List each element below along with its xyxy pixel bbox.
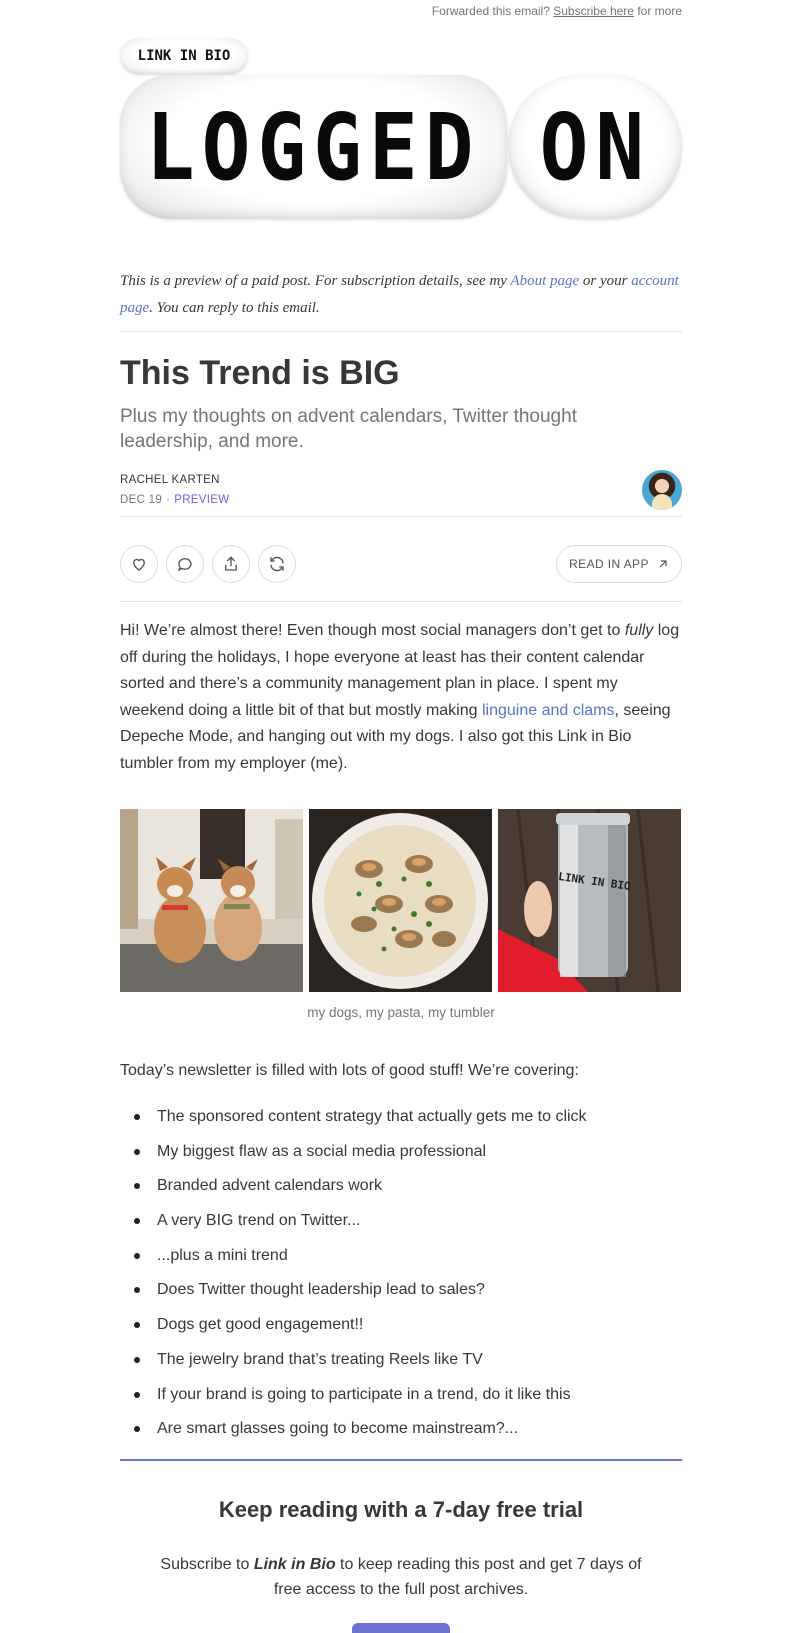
masthead-word-logged: LOGGED: [146, 93, 481, 201]
arrow-up-right-icon: [659, 560, 667, 568]
pasta-photo[interactable]: [309, 809, 492, 992]
linguine-link[interactable]: linguine and clams: [482, 702, 615, 719]
read-in-app-label: READ IN APP: [569, 557, 649, 571]
photo-gallery: LINK IN BIO: [120, 809, 682, 992]
note-text-2: or your: [582, 273, 628, 289]
meta-separator: ·: [166, 494, 171, 506]
dogs-photo[interactable]: [120, 809, 303, 992]
forward-prefix: Forwarded this email?: [431, 4, 550, 18]
post-meta: DEC 19 · PREVIEW: [120, 494, 229, 506]
list-item: Branded advent calendars work: [120, 1175, 587, 1210]
publication-badge[interactable]: LINK IN BIO: [120, 38, 248, 74]
list-item: Are smart glasses going to become mainst…: [120, 1418, 587, 1453]
forward-note: Forwarded this email? Subscribe here for…: [432, 4, 682, 18]
photo-caption: my dogs, my pasta, my tumbler: [307, 1005, 495, 1020]
author-avatar[interactable]: [642, 470, 682, 510]
list-item: My biggest flaw as a social media profes…: [120, 1141, 587, 1176]
author-name[interactable]: RACHEL KARTEN: [120, 474, 220, 486]
restack-icon: [270, 556, 284, 572]
list-item: A very BIG trend on Twitter...: [120, 1210, 587, 1245]
divider: [120, 601, 682, 602]
intro-text-1: Hi! We’re almost there! Even though most…: [120, 622, 625, 639]
subscribe-link[interactable]: Subscribe here: [553, 4, 634, 18]
about-page-link[interactable]: About page: [510, 273, 579, 289]
trial-text-1: Subscribe to: [160, 1556, 254, 1573]
list-item: ...plus a mini trend: [120, 1245, 587, 1280]
trial-description: Subscribe to Link in Bio to keep reading…: [150, 1552, 652, 1602]
trial-heading: Keep reading with a 7-day free trial: [218, 1497, 584, 1522]
divider: [120, 331, 682, 332]
list-item: The sponsored content strategy that actu…: [120, 1106, 587, 1141]
read-in-app-button[interactable]: READ IN APP: [556, 545, 682, 583]
tumbler-image: LINK IN BIO: [498, 809, 681, 992]
intro-paragraph: Hi! We’re almost there! Even though most…: [120, 618, 682, 777]
like-button[interactable]: [120, 545, 158, 583]
post-date: DEC 19: [120, 494, 163, 506]
tumbler-photo[interactable]: LINK IN BIO: [498, 809, 681, 992]
restack-button[interactable]: [258, 545, 296, 583]
post-title[interactable]: This Trend is BIG: [120, 354, 400, 393]
topics-list: The sponsored content strategy that actu…: [120, 1106, 587, 1453]
start-trial-button[interactable]: [352, 1623, 450, 1633]
list-item: The jewelry brand that’s treating Reels …: [120, 1349, 587, 1384]
divider: [120, 516, 682, 517]
forward-suffix: for more: [637, 4, 682, 18]
masthead-word-on: ON: [539, 93, 651, 201]
comment-icon: [177, 558, 192, 572]
paywall-divider: [120, 1459, 682, 1461]
publication-name: Link in Bio: [253, 1556, 336, 1573]
post-actions: READ IN APP: [120, 545, 682, 585]
share-icon: [225, 556, 237, 571]
post-subtitle: Plus my thoughts on advent calendars, Tw…: [120, 406, 577, 452]
preview-tag: PREVIEW: [174, 494, 230, 506]
masthead-logo-left: LOGGED: [120, 75, 507, 219]
paid-preview-note: This is a preview of a paid post. For su…: [120, 268, 682, 322]
dogs-image: [120, 809, 303, 992]
list-item: Does Twitter thought leadership lead to …: [120, 1279, 587, 1314]
heart-icon: [133, 558, 145, 571]
share-button[interactable]: [212, 545, 250, 583]
note-text-3: . You can reply to this email.: [149, 300, 320, 316]
intro-emphasis: fully: [624, 622, 654, 639]
pasta-image: [309, 809, 492, 992]
list-item: Dogs get good engagement!!: [120, 1314, 587, 1349]
covering-intro: Today’s newsletter is filled with lots o…: [120, 1062, 579, 1079]
masthead-logo-right: ON: [508, 75, 682, 219]
note-text-1: This is a preview of a paid post. For su…: [120, 273, 507, 289]
comment-button[interactable]: [166, 545, 204, 583]
list-item: If your brand is going to participate in…: [120, 1384, 587, 1419]
badge-label: LINK IN BIO: [137, 48, 231, 64]
